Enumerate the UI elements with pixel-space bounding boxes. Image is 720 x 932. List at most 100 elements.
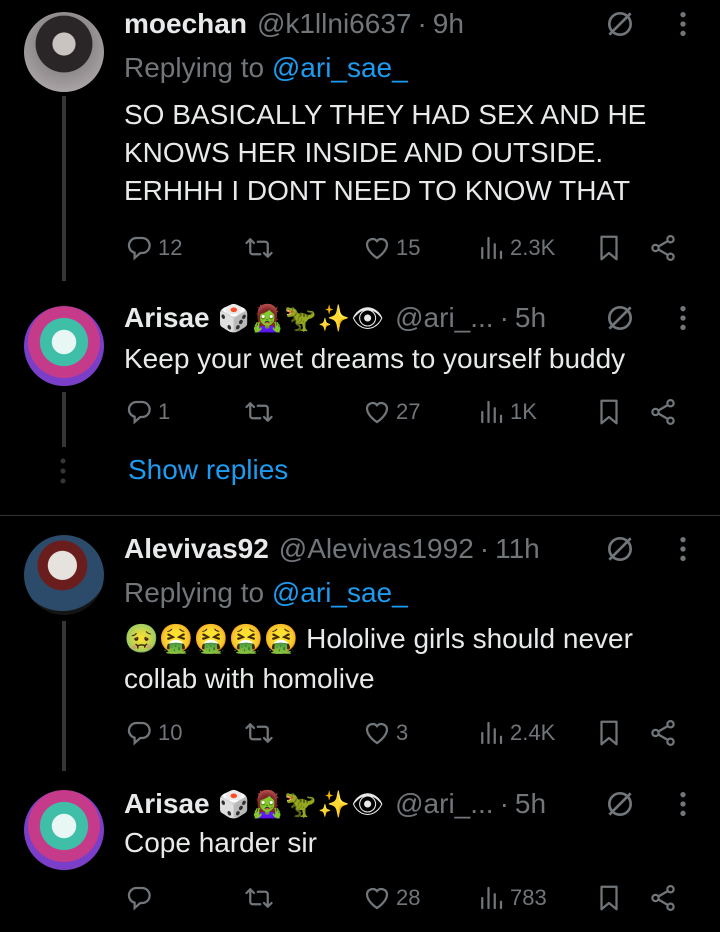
views-button[interactable]: 1K	[476, 392, 537, 432]
tweet-header: Arisae 🎲🧟‍♀️🦖✨👁 @ari_... · 5h	[124, 296, 720, 340]
share-icon	[648, 233, 678, 263]
tweet-header: Alevivas92 @Alevivas1992 · 11h	[124, 527, 720, 571]
views-icon	[476, 883, 506, 913]
user-handle[interactable]: @Alevivas1992	[279, 533, 474, 565]
avatar[interactable]	[24, 306, 104, 386]
bookmark-button[interactable]	[594, 392, 624, 432]
thread-line	[62, 621, 66, 771]
reply-button[interactable]: 10	[124, 713, 182, 753]
action-bar: 1 27 1K	[124, 392, 684, 432]
grok-icon[interactable]	[604, 302, 636, 334]
separator-dot: ·	[499, 788, 509, 819]
replying-handle-link[interactable]: @ari_sae_	[272, 52, 408, 83]
timestamp[interactable]: 5h	[515, 788, 546, 820]
more-icon[interactable]	[676, 302, 690, 334]
display-name[interactable]: Alevivas92	[124, 533, 269, 565]
action-bar: 10 3 2.4K	[124, 713, 684, 753]
grok-icon[interactable]	[604, 788, 636, 820]
tweet-arisae-1[interactable]: Arisae 🎲🧟‍♀️🦖✨👁 @ari_... · 5h Keep your …	[0, 296, 720, 447]
avatar[interactable]	[24, 535, 104, 615]
separator-dot: ·	[499, 302, 509, 333]
tweet-alevivas92[interactable]: Alevivas92 @Alevivas1992 · 11h Replying …	[0, 525, 720, 775]
timestamp[interactable]: 9h	[433, 8, 464, 40]
like-icon	[362, 883, 392, 913]
views-icon	[476, 718, 506, 748]
action-bar: 12 15 2.3K	[124, 228, 684, 268]
name-emojis: 🎲🧟‍♀️🦖✨👁	[217, 788, 386, 819]
reply-icon	[124, 718, 154, 748]
views-button[interactable]: 2.4K	[476, 713, 555, 753]
views-icon	[476, 397, 506, 427]
tweet-text: Keep your wet dreams to yourself buddy	[124, 343, 626, 374]
separator-dot: ·	[417, 8, 427, 39]
share-icon	[648, 883, 678, 913]
bookmark-button[interactable]	[594, 713, 624, 753]
retweet-button[interactable]	[244, 878, 274, 918]
bookmark-icon	[594, 397, 624, 427]
share-button[interactable]	[648, 878, 678, 918]
thread-divider	[0, 515, 720, 516]
reply-button[interactable]: 12	[124, 228, 182, 268]
thread-continuation-dots	[60, 458, 66, 484]
tweet-arisae-2[interactable]: Arisae 🎲🧟‍♀️🦖✨👁 @ari_... · 5h Cope harde…	[0, 782, 720, 932]
retweet-button[interactable]	[244, 713, 274, 753]
tweet-header: Arisae 🎲🧟‍♀️🦖✨👁 @ari_... · 5h	[124, 782, 720, 826]
more-icon[interactable]	[676, 8, 690, 40]
views-button[interactable]: 2.3K	[476, 228, 555, 268]
retweet-icon	[244, 883, 274, 913]
display-name[interactable]: Arisae	[124, 302, 210, 334]
show-replies-link[interactable]: Show replies	[128, 454, 288, 486]
share-button[interactable]	[648, 392, 678, 432]
grok-icon[interactable]	[604, 8, 636, 40]
share-button[interactable]	[648, 713, 678, 753]
tweet-text: Cope harder sir	[124, 827, 317, 858]
tweet-text: SO BASICALLY THEY HAD SEX AND HE KNOWS H…	[124, 99, 647, 206]
views-button[interactable]: 783	[476, 878, 547, 918]
reply-button[interactable]: 1	[124, 392, 170, 432]
user-handle[interactable]: @k1llni6637	[257, 8, 412, 40]
user-handle[interactable]: @ari_...	[395, 302, 493, 334]
reply-button[interactable]	[124, 878, 158, 918]
replying-handle-link[interactable]: @ari_sae_	[272, 577, 408, 608]
reply-icon	[124, 883, 154, 913]
share-icon	[648, 718, 678, 748]
reply-icon	[124, 233, 154, 263]
name-emojis: 🎲🧟‍♀️🦖✨👁	[217, 302, 386, 333]
bookmark-icon	[594, 718, 624, 748]
user-handle[interactable]: @ari_...	[395, 788, 493, 820]
reply-icon	[124, 397, 154, 427]
like-button[interactable]: 3	[362, 713, 408, 753]
tweet-moechan[interactable]: moechan @k1llni6637 · 9h Replying to @ar…	[0, 0, 720, 300]
thread-line	[62, 96, 66, 281]
bookmark-icon	[594, 233, 624, 263]
like-button[interactable]: 27	[362, 392, 420, 432]
grok-icon[interactable]	[604, 533, 636, 565]
thread-line	[62, 392, 66, 447]
avatar[interactable]	[24, 790, 104, 870]
bookmark-button[interactable]	[594, 878, 624, 918]
like-button[interactable]: 15	[362, 228, 420, 268]
display-name[interactable]: Arisae	[124, 788, 210, 820]
avatar[interactable]	[24, 12, 104, 92]
replying-to: Replying to @ari_sae_	[124, 52, 408, 83]
like-icon	[362, 718, 392, 748]
like-icon	[362, 233, 392, 263]
retweet-icon	[244, 233, 274, 263]
like-button[interactable]: 28	[362, 878, 420, 918]
more-icon[interactable]	[676, 533, 690, 565]
like-icon	[362, 397, 392, 427]
share-button[interactable]	[648, 228, 678, 268]
retweet-button[interactable]	[244, 228, 274, 268]
retweet-icon	[244, 718, 274, 748]
timestamp[interactable]: 11h	[495, 533, 540, 565]
bookmark-icon	[594, 883, 624, 913]
bookmark-button[interactable]	[594, 228, 624, 268]
display-name[interactable]: moechan	[124, 8, 247, 40]
tweet-header: moechan @k1llni6637 · 9h	[124, 2, 720, 46]
retweet-button[interactable]	[244, 392, 274, 432]
timestamp[interactable]: 5h	[515, 302, 546, 334]
action-bar: 28 783	[124, 878, 684, 918]
retweet-icon	[244, 397, 274, 427]
more-icon[interactable]	[676, 788, 690, 820]
replying-to: Replying to @ari_sae_	[124, 577, 408, 608]
